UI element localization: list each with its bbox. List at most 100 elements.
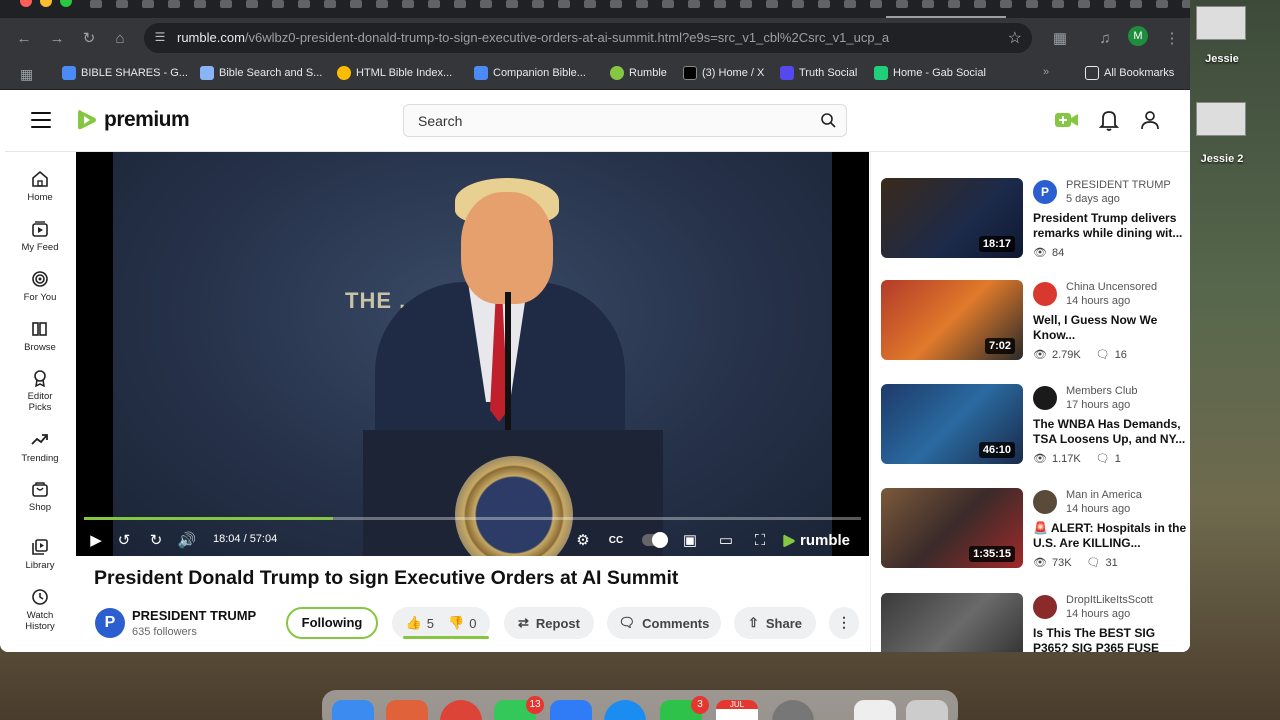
bookmark-item[interactable]: HTML Bible Index... <box>337 66 452 80</box>
reload-icon[interactable]: ↻ <box>77 26 101 50</box>
bookmark-item[interactable]: Rumble <box>610 66 667 80</box>
bookmark-item[interactable]: Truth Social <box>780 66 857 80</box>
related-video-item[interactable]: 7:02 China Uncensored 14 hours ago Well,… <box>881 280 1190 362</box>
maximize-window-icon[interactable] <box>60 0 72 7</box>
pip-icon[interactable]: ▣ <box>680 530 700 550</box>
user-account-icon[interactable] <box>1138 108 1162 132</box>
related-video-item[interactable]: 18:17 P PRESIDENT TRUMP 5 days ago Presi… <box>881 178 1190 260</box>
channel-name[interactable]: PRESIDENT TRUMP <box>1066 179 1171 191</box>
related-video-item[interactable]: 1:35:15 Man in America 14 hours ago 🚨 AL… <box>881 488 1190 570</box>
related-video-item[interactable]: DropItLikeItsScott 14 hours ago Is This … <box>881 593 1190 652</box>
channel-name[interactable]: PRESIDENT TRUMP <box>132 608 256 623</box>
play-icon[interactable]: ▶ <box>86 530 106 550</box>
bookmark-item[interactable]: (3) Home / X <box>683 66 764 80</box>
dislike-button[interactable]: 👎 0 <box>448 615 476 631</box>
related-title[interactable]: Is This The BEST SIG P365? SIG P365 FUSE <box>1033 626 1188 652</box>
sidebar-item-watch-history[interactable]: Watch History <box>5 588 75 632</box>
minimize-window-icon[interactable] <box>40 0 52 7</box>
channel-name[interactable]: DropItLikeItsScott <box>1066 594 1153 606</box>
upload-video-icon[interactable] <box>1054 110 1080 130</box>
profile-avatar[interactable]: M <box>1128 26 1148 46</box>
video-thumbnail[interactable]: 18:17 <box>881 178 1023 258</box>
channel-name[interactable]: China Uncensored <box>1066 281 1157 293</box>
fullscreen-icon[interactable]: ⛶ <box>750 530 770 550</box>
launchpad-icon[interactable] <box>386 700 428 720</box>
home-browser-icon[interactable]: ⌂ <box>108 26 132 50</box>
all-bookmarks[interactable]: All Bookmarks <box>1085 66 1174 80</box>
related-video-item[interactable]: 46:10 Members Club 17 hours ago The WNBA… <box>881 384 1190 466</box>
channel-avatar[interactable] <box>1033 282 1057 306</box>
menu-icon[interactable] <box>31 112 51 128</box>
video-player[interactable]: THE ... FORUM ▶ ↺ ↻ 🔊 18:04 / 57:04 ⚙ <box>76 152 869 556</box>
sidebar-item-for-you[interactable]: For You <box>5 270 75 303</box>
notifications-bell-icon[interactable] <box>1098 108 1120 132</box>
more-options-icon[interactable]: ⋮ <box>829 607 859 639</box>
mail-icon[interactable] <box>550 700 592 720</box>
rumble-watermark[interactable]: rumble <box>782 532 850 549</box>
bookmark-item[interactable]: Companion Bible... <box>474 66 586 80</box>
channel-avatar[interactable] <box>1033 386 1057 410</box>
video-thumbnail[interactable]: 1:35:15 <box>881 488 1023 568</box>
sidebar-item-my-feed[interactable]: My Feed <box>5 220 75 253</box>
system-settings-icon[interactable] <box>772 700 814 720</box>
site-logo[interactable]: premium <box>76 108 190 132</box>
video-thumbnail[interactable] <box>881 593 1023 652</box>
theater-mode-icon[interactable]: ▭ <box>716 530 736 550</box>
sidebar-item-editor-picks[interactable]: Editor Picks <box>5 369 75 413</box>
like-button[interactable]: 👍 5 <box>406 615 434 631</box>
finder-icon[interactable] <box>332 700 374 720</box>
search-input[interactable]: Search <box>403 104 847 137</box>
sidebar-item-shop[interactable]: Shop <box>5 480 75 513</box>
related-title[interactable]: 🚨 ALERT: Hospitals in the U.S. Are KILLI… <box>1033 521 1188 550</box>
calendar-icon[interactable]: JUL <box>716 700 758 720</box>
channel-avatar[interactable]: P <box>95 608 125 638</box>
tab-favicons[interactable] <box>90 0 1190 8</box>
apps-grid-icon[interactable]: ▦ <box>20 66 33 83</box>
autoplay-toggle[interactable] <box>641 530 669 550</box>
site-info-icon[interactable]: ☰ <box>152 30 168 46</box>
search-icon[interactable] <box>820 112 836 128</box>
bookmark-star-icon[interactable]: ☆ <box>1008 28 1022 48</box>
volume-icon[interactable]: 🔊 <box>177 530 197 550</box>
back-icon[interactable]: ← <box>12 26 36 50</box>
document-icon[interactable] <box>854 700 896 720</box>
settings-gear-icon[interactable]: ⚙ <box>573 530 593 550</box>
video-thumbnail[interactable]: 46:10 <box>881 384 1023 464</box>
browser-menu-icon[interactable]: ⋮ <box>1160 26 1184 50</box>
related-title[interactable]: The WNBA Has Demands, TSA Loosens Up, an… <box>1033 417 1188 446</box>
channel-name[interactable]: Members Club <box>1066 385 1138 397</box>
captions-icon[interactable]: CC <box>606 530 626 550</box>
channel-avatar[interactable] <box>1033 490 1057 514</box>
address-bar[interactable]: ☰ rumble.com/v6wlbz0-president-donald-tr… <box>144 23 1032 53</box>
bookmarks-overflow-icon[interactable]: » <box>1043 66 1049 78</box>
channel-name[interactable]: Man in America <box>1066 489 1142 501</box>
extensions-icon[interactable]: ▦ <box>1048 26 1072 50</box>
seek-bar[interactable] <box>84 517 861 520</box>
channel-avatar[interactable]: P <box>1033 180 1057 204</box>
related-title[interactable]: President Trump delivers remarks while d… <box>1033 211 1188 240</box>
bookmark-item[interactable]: BIBLE SHARES - G... <box>62 66 188 80</box>
trash-icon[interactable] <box>906 700 948 720</box>
active-tab[interactable] <box>886 0 1006 18</box>
sidebar-item-browse[interactable]: Browse <box>5 320 75 353</box>
rewind-icon[interactable]: ↺ <box>114 530 134 550</box>
sidebar-item-library[interactable]: Library <box>5 538 75 571</box>
share-button[interactable]: ⇧ Share <box>734 607 816 639</box>
comments-button[interactable]: 🗨 Comments <box>607 607 721 639</box>
forward-icon[interactable]: → <box>45 26 69 50</box>
space-thumbnail-1[interactable] <box>1196 6 1246 40</box>
following-button[interactable]: Following <box>286 607 378 639</box>
sidebar-item-home[interactable]: Home <box>5 170 75 203</box>
forward-skip-icon[interactable]: ↻ <box>146 530 166 550</box>
chrome-icon[interactable] <box>440 700 482 720</box>
bookmark-item[interactable]: Bible Search and S... <box>200 66 322 80</box>
bookmark-item[interactable]: Home - Gab Social <box>874 66 986 80</box>
close-window-icon[interactable] <box>20 0 32 7</box>
media-icon[interactable]: ♫ <box>1093 26 1117 50</box>
video-thumbnail[interactable]: 7:02 <box>881 280 1023 360</box>
repost-button[interactable]: ⇄ Repost <box>504 607 594 639</box>
sidebar-item-trending[interactable]: Trending <box>5 431 75 464</box>
related-title[interactable]: Well, I Guess Now We Know... <box>1033 313 1188 342</box>
space-thumbnail-2[interactable] <box>1196 102 1246 136</box>
channel-avatar[interactable] <box>1033 595 1057 619</box>
